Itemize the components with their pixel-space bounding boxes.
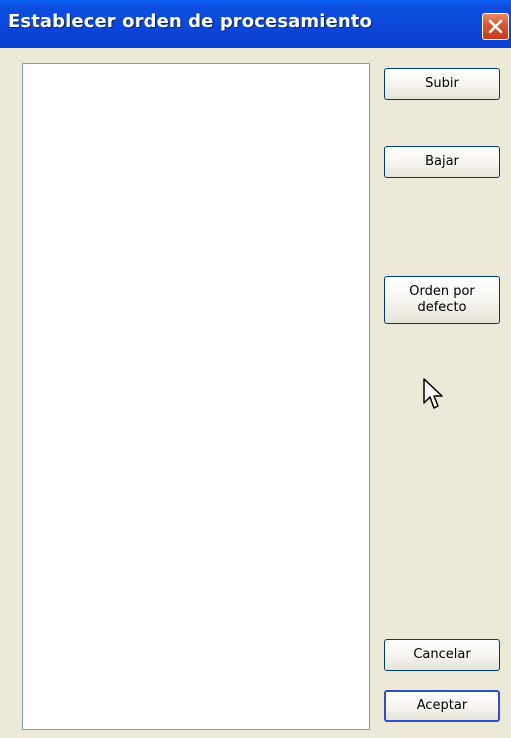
mouse-pointer-icon <box>423 378 443 409</box>
down-button-label: Bajar <box>425 154 459 169</box>
accept-button[interactable]: Aceptar <box>384 690 500 722</box>
default-order-label-line1: Orden por <box>409 284 475 299</box>
accept-button-label: Aceptar <box>416 698 468 713</box>
default-order-button[interactable]: Orden por defecto <box>384 276 500 324</box>
up-button[interactable]: Subir <box>384 68 500 100</box>
close-icon <box>488 19 503 34</box>
cancel-button[interactable]: Cancelar <box>384 639 500 671</box>
up-button-label: Subir <box>425 76 459 91</box>
down-button[interactable]: Bajar <box>384 146 500 178</box>
close-button[interactable] <box>482 13 509 40</box>
processing-order-list[interactable] <box>22 63 370 730</box>
window-title: Establecer orden de procesamiento <box>8 11 372 32</box>
cancel-button-label: Cancelar <box>413 647 471 662</box>
title-bar[interactable]: Establecer orden de procesamiento <box>0 0 511 48</box>
default-order-label-line2: defecto <box>417 300 467 315</box>
